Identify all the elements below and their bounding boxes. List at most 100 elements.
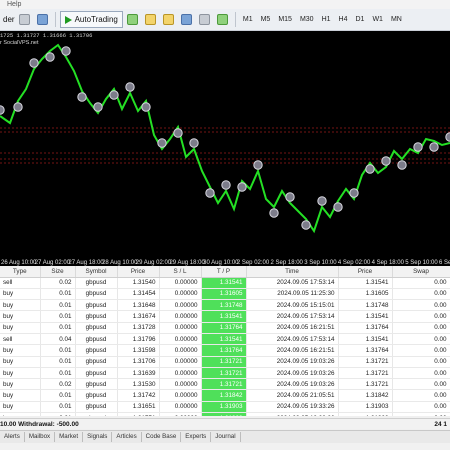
trade-marker[interactable] xyxy=(349,188,359,198)
trade-marker[interactable] xyxy=(157,138,167,148)
menu-help[interactable]: Help xyxy=(7,1,21,8)
column-header[interactable]: Swap xyxy=(392,266,450,278)
trade-marker[interactable] xyxy=(141,102,151,112)
trade-marker[interactable] xyxy=(109,90,119,100)
chart-line-button[interactable] xyxy=(125,11,141,28)
trade-marker[interactable] xyxy=(189,138,199,148)
trade-marker[interactable] xyxy=(397,160,407,170)
timeframe-mn[interactable]: MN xyxy=(388,11,405,28)
table-cell: gbpusd xyxy=(75,367,118,380)
table-cell: 0.01 xyxy=(40,310,76,323)
timeframe-m15[interactable]: M15 xyxy=(275,11,295,28)
trade-marker[interactable] xyxy=(253,160,263,170)
trade-history-table[interactable]: Type Size Symbol Price S / LT / P Time Price Sw… xyxy=(0,266,450,416)
column-header[interactable]: Price xyxy=(117,266,160,278)
trade-marker[interactable] xyxy=(61,46,71,56)
timeframe-m1[interactable]: M1 xyxy=(240,11,256,28)
table-cell: 0.00 xyxy=(392,356,450,368)
tab-journal[interactable]: Journal xyxy=(211,432,241,442)
table-row[interactable]: buy 0.01 gbpusd 1.31651 0.00000 1.31903 2024.0… xyxy=(0,401,450,414)
trade-marker[interactable] xyxy=(269,208,279,218)
trade-marker[interactable] xyxy=(29,58,39,68)
trade-marker[interactable] xyxy=(285,192,295,202)
column-header[interactable]: Time xyxy=(246,266,339,278)
table-cell: 0.00000 xyxy=(159,356,202,368)
trade-marker[interactable] xyxy=(13,102,23,112)
table-row[interactable]: buy 0.01 gbpusd 1.31742 0.00000 1.31842 2024.0… xyxy=(0,389,450,402)
table-row[interactable]: buy 0.01 gbpusd 1.31674 0.00000 1.31541 2024.0… xyxy=(0,310,450,323)
trade-marker[interactable] xyxy=(0,105,5,115)
zoom-in-icon xyxy=(145,14,157,25)
table-row[interactable]: buy 0.01 gbpusd 1.31598 0.00000 1.31764 2024.0… xyxy=(0,344,450,357)
menu-bar: Help xyxy=(0,0,450,9)
zoom-out-button[interactable] xyxy=(161,11,177,28)
table-row[interactable]: buy 0.01 gbpusd 1.31648 0.00000 1.31748 2024.0… xyxy=(0,299,450,312)
column-header[interactable]: Symbol xyxy=(75,266,118,278)
timeframe-h1[interactable]: H1 xyxy=(319,11,334,28)
trade-marker[interactable] xyxy=(445,132,450,142)
table-cell: buy xyxy=(0,389,41,402)
timeframe-h4[interactable]: H4 xyxy=(336,11,351,28)
timeframe-w1[interactable]: W1 xyxy=(369,11,386,28)
table-cell: gbpusd xyxy=(75,299,118,312)
zoom-in-button[interactable] xyxy=(143,11,159,28)
trade-marker[interactable] xyxy=(301,220,311,230)
chart-ohlc-info: 1725 1.31727 1.31666 1.31706 xyxy=(0,32,93,39)
tab-signals[interactable]: Signals xyxy=(83,432,113,442)
timeframe-m5[interactable]: M5 xyxy=(258,11,274,28)
trade-marker[interactable] xyxy=(381,156,391,166)
trade-marker[interactable] xyxy=(221,180,231,190)
tile-windows-button[interactable] xyxy=(179,11,195,28)
table-row[interactable]: sell 0.04 gbpusd 1.31796 0.00000 1.31541 2024.… xyxy=(0,333,450,346)
trade-marker[interactable] xyxy=(429,142,439,152)
autotrading-button[interactable]: AutoTrading xyxy=(59,11,123,28)
timeframe-d1[interactable]: D1 xyxy=(352,11,367,28)
tab-market[interactable]: Market xyxy=(55,432,84,442)
trade-marker[interactable] xyxy=(77,92,87,102)
table-row[interactable]: buy 0.01 gbpusd 1.31639 0.00000 1.31721 2024.0… xyxy=(0,367,450,380)
play-icon xyxy=(64,15,72,24)
table-row[interactable]: buy 0.02 gbpusd 1.31530 0.00000 1.31721 2024.0… xyxy=(0,378,450,391)
tab-mailbox[interactable]: Mailbox xyxy=(25,432,56,442)
trade-marker[interactable] xyxy=(237,182,247,192)
table-cell: buy xyxy=(0,310,41,323)
trade-marker[interactable] xyxy=(317,196,327,206)
autoscroll-button[interactable] xyxy=(197,11,213,28)
table-cell: 0.01 xyxy=(40,322,76,334)
price-chart[interactable]: 1725 1.31727 1.31666 1.31706 r SocialVPS… xyxy=(0,31,450,259)
table-row[interactable]: buy 0.01 gbpusd 1.31728 0.00000 1.31764 2024.0… xyxy=(0,322,450,334)
table-row[interactable]: buy0.01gbpusd1.317510.000001.319032024.0… xyxy=(0,412,450,416)
table-cell: 0.00 xyxy=(392,378,450,391)
trade-marker[interactable] xyxy=(413,142,423,152)
trade-marker[interactable] xyxy=(45,52,55,62)
new-order-button[interactable]: der xyxy=(1,15,15,24)
trade-marker[interactable] xyxy=(125,82,135,92)
column-header[interactable]: Price xyxy=(338,266,393,278)
column-header[interactable]: T / P xyxy=(201,266,247,278)
timeframe-m30[interactable]: M30 xyxy=(297,11,317,28)
tab-articles[interactable]: Articles xyxy=(112,432,142,442)
table-cell: 0.01 xyxy=(40,288,76,301)
table-row[interactable]: buy 0.01 gbpusd 1.31454 0.00000 1.31605 2024.0… xyxy=(0,288,450,301)
tab-experts[interactable]: Experts xyxy=(181,432,212,442)
column-header[interactable]: S / L xyxy=(159,266,202,278)
table-cell: 2024.09.05 16:21:51 xyxy=(246,322,339,334)
trade-marker[interactable] xyxy=(205,188,215,198)
table-row[interactable]: buy 0.01 gbpusd 1.31706 0.00000 1.31721 2024.0… xyxy=(0,356,450,368)
tab-code-base[interactable]: Code Base xyxy=(142,432,182,442)
tab-alerts[interactable]: Alerts xyxy=(0,432,25,442)
table-cell: 0.00000 xyxy=(159,333,202,346)
chart-shift-button[interactable] xyxy=(215,11,231,28)
table-cell: 1.31721 xyxy=(338,367,393,380)
toolbar: der AutoTrading M1 M5 M15 M30 H1 H4 D1 W… xyxy=(0,9,450,31)
trade-marker[interactable] xyxy=(93,102,103,112)
table-cell: 1.31903 xyxy=(338,401,393,414)
table-row[interactable]: sell 0.02 gbpusd 1.31540 0.00000 1.31541 2024.… xyxy=(0,277,450,289)
chart-candles-button[interactable] xyxy=(35,11,51,28)
trade-marker[interactable] xyxy=(173,128,183,138)
trade-marker[interactable] xyxy=(365,164,375,174)
column-header[interactable]: Size xyxy=(40,266,76,278)
trade-marker[interactable] xyxy=(333,202,343,212)
column-header[interactable]: Type xyxy=(0,266,41,278)
chart-bars-button[interactable] xyxy=(17,11,33,28)
